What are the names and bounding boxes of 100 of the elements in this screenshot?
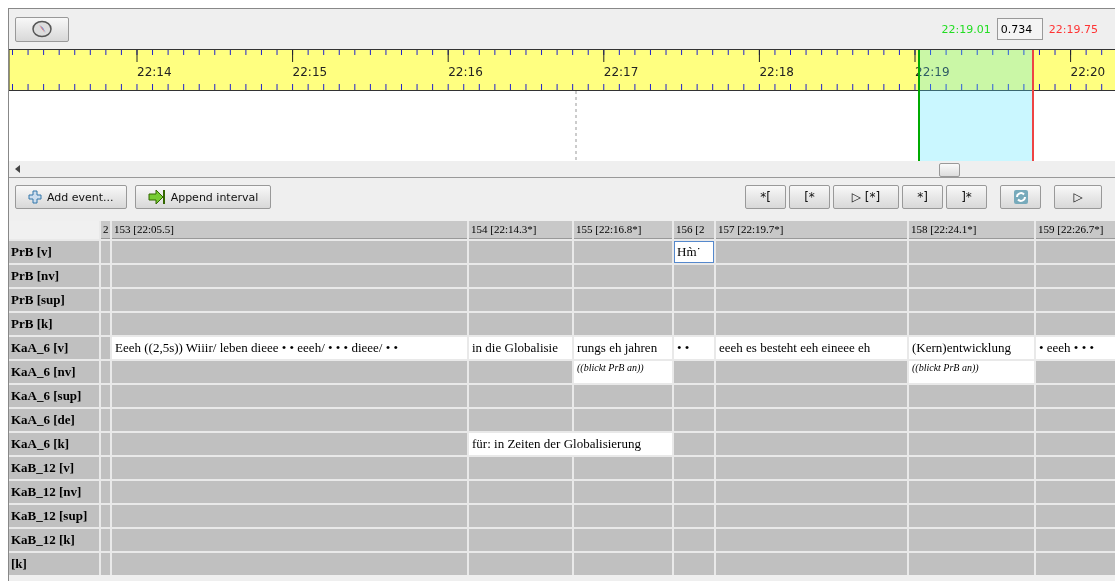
empty-cell[interactable] [716,385,907,407]
empty-cell[interactable] [469,241,572,263]
tier-label[interactable]: PrB [k] [9,313,99,335]
tier-label[interactable]: PrB [nv] [9,265,99,287]
empty-cell[interactable] [101,265,110,287]
empty-cell[interactable] [101,505,110,527]
horizontal-scrollbar[interactable] [9,161,1115,178]
empty-cell[interactable] [1036,529,1115,551]
playback-button[interactable]: ▷ [1054,185,1102,209]
tier-label[interactable]: KaA_6 [nv] [9,361,99,383]
column-header[interactable]: 153 [22:05.5] [112,221,467,239]
tier-label[interactable]: KaA_6 [v] [9,337,99,359]
empty-cell[interactable] [469,409,572,431]
empty-cell[interactable] [716,289,907,311]
empty-cell[interactable] [909,241,1034,263]
event-cell[interactable]: • eeeh • • • [1036,337,1115,359]
empty-cell[interactable] [112,409,467,431]
empty-cell[interactable] [469,481,572,503]
empty-cell[interactable] [1036,361,1115,383]
tier-label[interactable]: KaB_12 [k] [9,529,99,551]
event-cell[interactable]: • • [674,337,714,359]
empty-cell[interactable] [574,289,672,311]
refresh-button[interactable] [1000,185,1041,209]
scroll-left-icon[interactable] [15,165,21,173]
tier-label[interactable]: PrB [sup] [9,289,99,311]
empty-cell[interactable] [112,289,467,311]
empty-cell[interactable] [909,529,1034,551]
event-cell[interactable]: Eeeh ((2,5s)) Wiiir/ leben dieee • • eeeh/ • • • dieee/ • • [112,337,467,359]
event-cell[interactable]: in die Globalisie [469,337,572,359]
playback-button[interactable]: [* [789,185,830,209]
empty-cell[interactable] [1036,289,1115,311]
empty-cell[interactable] [469,505,572,527]
empty-cell[interactable] [112,481,467,503]
empty-cell[interactable] [574,505,672,527]
empty-cell[interactable] [674,553,714,575]
empty-cell[interactable] [674,361,714,383]
empty-cell[interactable] [101,289,110,311]
tier-label[interactable]: KaA_6 [sup] [9,385,99,407]
tier-label[interactable]: PrB [v] [9,241,99,263]
empty-cell[interactable] [469,265,572,287]
event-cell[interactable]: rungs eh jahren [574,337,672,359]
empty-cell[interactable] [101,433,110,455]
column-header[interactable]: 157 [22:19.7*] [716,221,907,239]
empty-cell[interactable] [674,457,714,479]
empty-cell[interactable] [716,505,907,527]
empty-cell[interactable] [716,457,907,479]
empty-cell[interactable] [574,385,672,407]
empty-cell[interactable] [469,361,572,383]
empty-cell[interactable] [909,481,1034,503]
empty-cell[interactable] [674,409,714,431]
empty-cell[interactable] [674,505,714,527]
empty-cell[interactable] [909,265,1034,287]
empty-cell[interactable] [574,529,672,551]
empty-cell[interactable] [1036,553,1115,575]
empty-cell[interactable] [716,553,907,575]
playback-button[interactable]: ▷ [*] [833,185,899,209]
selection-length-field[interactable]: 0.734 [996,18,1043,40]
empty-cell[interactable] [112,433,467,455]
tier-label[interactable]: KaB_12 [nv] [9,481,99,503]
empty-cell[interactable] [112,385,467,407]
column-header[interactable]: 154 [22:14.3*] [469,221,572,239]
event-cell[interactable]: für: in Zeiten der Globalisierung [469,433,672,455]
event-cell[interactable]: eeeh es besteht eeh eineee eh [716,337,907,359]
empty-cell[interactable] [909,457,1034,479]
empty-cell[interactable] [674,529,714,551]
playback-button[interactable]: *] [902,185,943,209]
empty-cell[interactable] [674,481,714,503]
navigator-button[interactable] [15,16,69,42]
tier-label[interactable]: KaA_6 [de] [9,409,99,431]
empty-cell[interactable] [101,529,110,551]
empty-cell[interactable] [674,265,714,287]
empty-cell[interactable] [716,361,907,383]
column-header[interactable]: 159 [22:26.7*] [1036,221,1115,239]
empty-cell[interactable] [101,313,110,335]
empty-cell[interactable] [1036,457,1115,479]
empty-cell[interactable] [909,385,1034,407]
tier-label[interactable]: KaA_6 [k] [9,433,99,455]
empty-cell[interactable] [469,529,572,551]
empty-cell[interactable] [674,433,714,455]
empty-cell[interactable] [1036,313,1115,335]
empty-cell[interactable] [909,289,1034,311]
tier-label[interactable]: KaB_12 [sup] [9,505,99,527]
empty-cell[interactable] [112,457,467,479]
tier-label[interactable]: [k] [9,553,99,575]
empty-cell[interactable] [469,385,572,407]
empty-cell[interactable] [101,409,110,431]
empty-cell[interactable] [469,289,572,311]
empty-cell[interactable] [101,481,110,503]
empty-cell[interactable] [716,313,907,335]
empty-cell[interactable] [112,529,467,551]
empty-cell[interactable] [101,241,110,263]
empty-cell[interactable] [574,481,672,503]
empty-cell[interactable] [1036,241,1115,263]
empty-cell[interactable] [674,385,714,407]
tier-label[interactable]: KaB_12 [v] [9,457,99,479]
empty-cell[interactable] [112,505,467,527]
empty-cell[interactable] [469,553,572,575]
empty-cell[interactable] [1036,505,1115,527]
empty-cell[interactable] [101,553,110,575]
event-cell[interactable]: ((blickt PrB an)) [574,361,672,383]
